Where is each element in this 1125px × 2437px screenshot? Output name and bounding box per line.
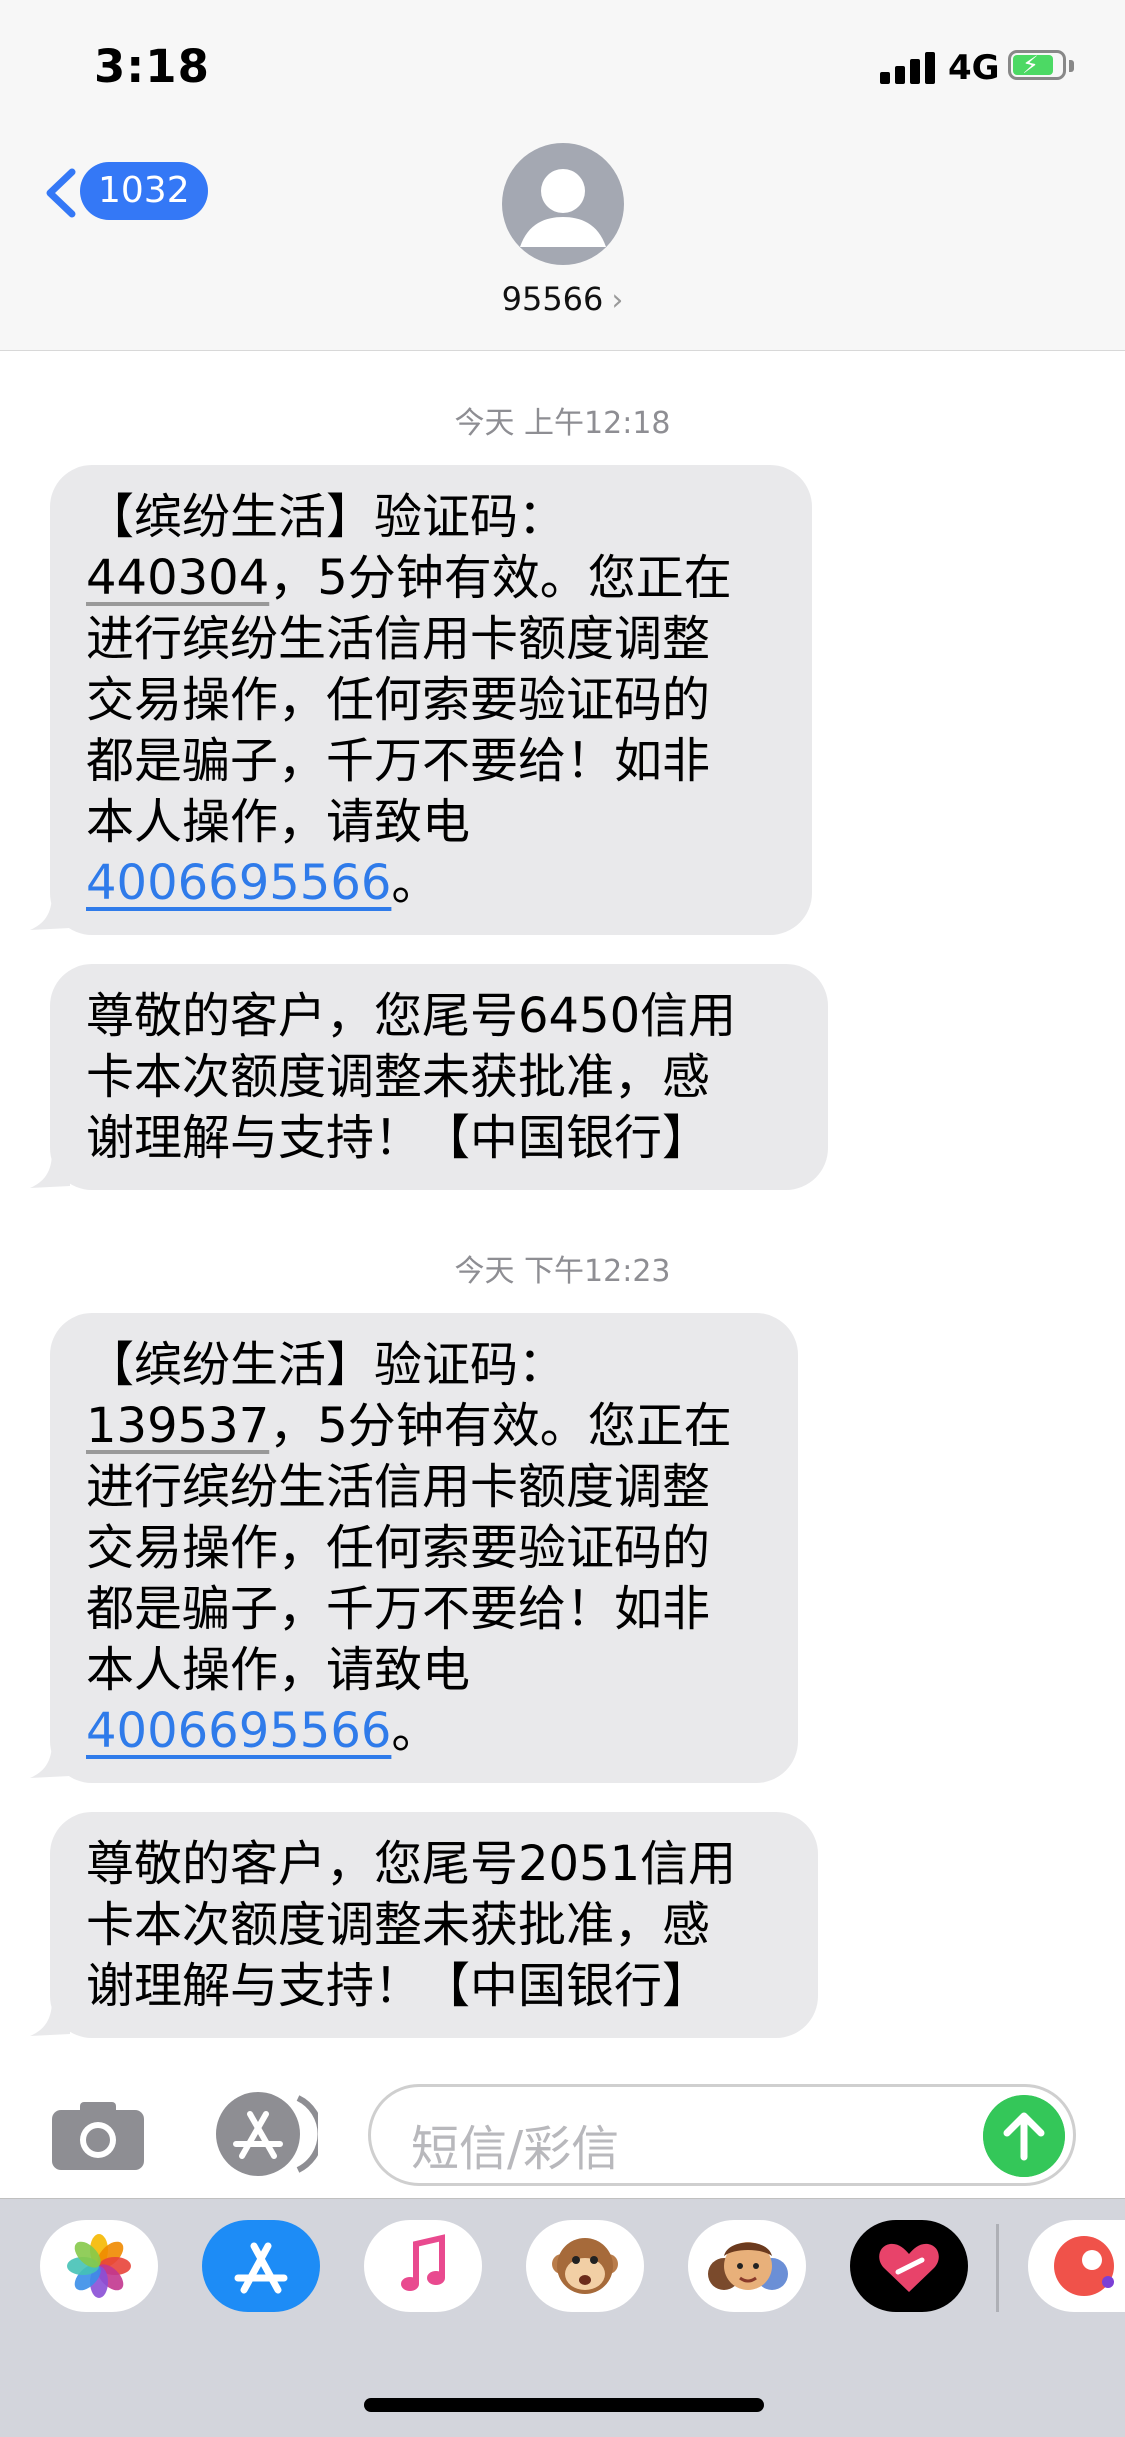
memoji-icon[interactable] — [688, 2220, 806, 2312]
cellular-signal-icon — [880, 52, 936, 84]
camera-icon[interactable] — [50, 2100, 146, 2172]
phone-link[interactable]: 4006695566 — [86, 855, 391, 911]
animoji-icon[interactable] — [526, 2220, 644, 2312]
message-input[interactable]: 短信/彩信 — [368, 2084, 1076, 2186]
verification-code[interactable]: 440304 — [86, 550, 269, 606]
app-store-icon[interactable] — [202, 2220, 320, 2312]
send-arrow-icon[interactable] — [983, 2095, 1065, 2177]
timestamp: 今天 上午12:18 — [454, 406, 671, 441]
contact-avatar-icon[interactable] — [502, 143, 624, 265]
conversation-header: 3:18 4G ⚡ 1032 95566 › — [0, 0, 1125, 351]
message-bubble[interactable]: 【缤纷生活】验证码： 440304，5分钟有效。您正在 进行缤纷生活信用卡额度调… — [50, 465, 812, 935]
phone-link[interactable]: 4006695566 — [86, 1703, 391, 1759]
unread-count-badge: 1032 — [80, 162, 208, 220]
contact-name-button[interactable]: 95566 › — [0, 280, 1125, 318]
message-bubble[interactable]: 尊敬的客户，您尾号2051信用 卡本次额度调整未获批准，感 谢理解与支持！【中国… — [50, 1812, 818, 2038]
verification-code[interactable]: 139537 — [86, 1398, 269, 1454]
network-type: 4G — [948, 48, 1000, 88]
home-indicator — [364, 2398, 764, 2412]
message-bubble[interactable]: 尊敬的客户，您尾号6450信用 卡本次额度调整未获批准，感 谢理解与支持！【中国… — [50, 964, 828, 1190]
chevron-right-icon: › — [611, 283, 624, 318]
status-time: 3:18 — [94, 40, 210, 93]
battery-charging-icon: ⚡ — [1008, 50, 1074, 84]
message-bubble[interactable]: 【缤纷生活】验证码： 139537，5分钟有效。您正在 进行缤纷生活信用卡额度调… — [50, 1313, 798, 1783]
more-apps-icon[interactable] — [1028, 2220, 1125, 2312]
app-store-icon[interactable] — [210, 2090, 318, 2178]
input-placeholder: 短信/彩信 — [411, 2121, 620, 2177]
contact-name: 95566 — [501, 280, 604, 318]
drawer-divider — [996, 2224, 999, 2312]
back-button[interactable]: 1032 — [36, 160, 208, 226]
music-icon[interactable] — [364, 2220, 482, 2312]
digital-touch-icon[interactable] — [850, 2220, 968, 2312]
photos-icon[interactable] — [40, 2220, 158, 2312]
timestamp: 今天 下午12:23 — [454, 1254, 671, 1289]
